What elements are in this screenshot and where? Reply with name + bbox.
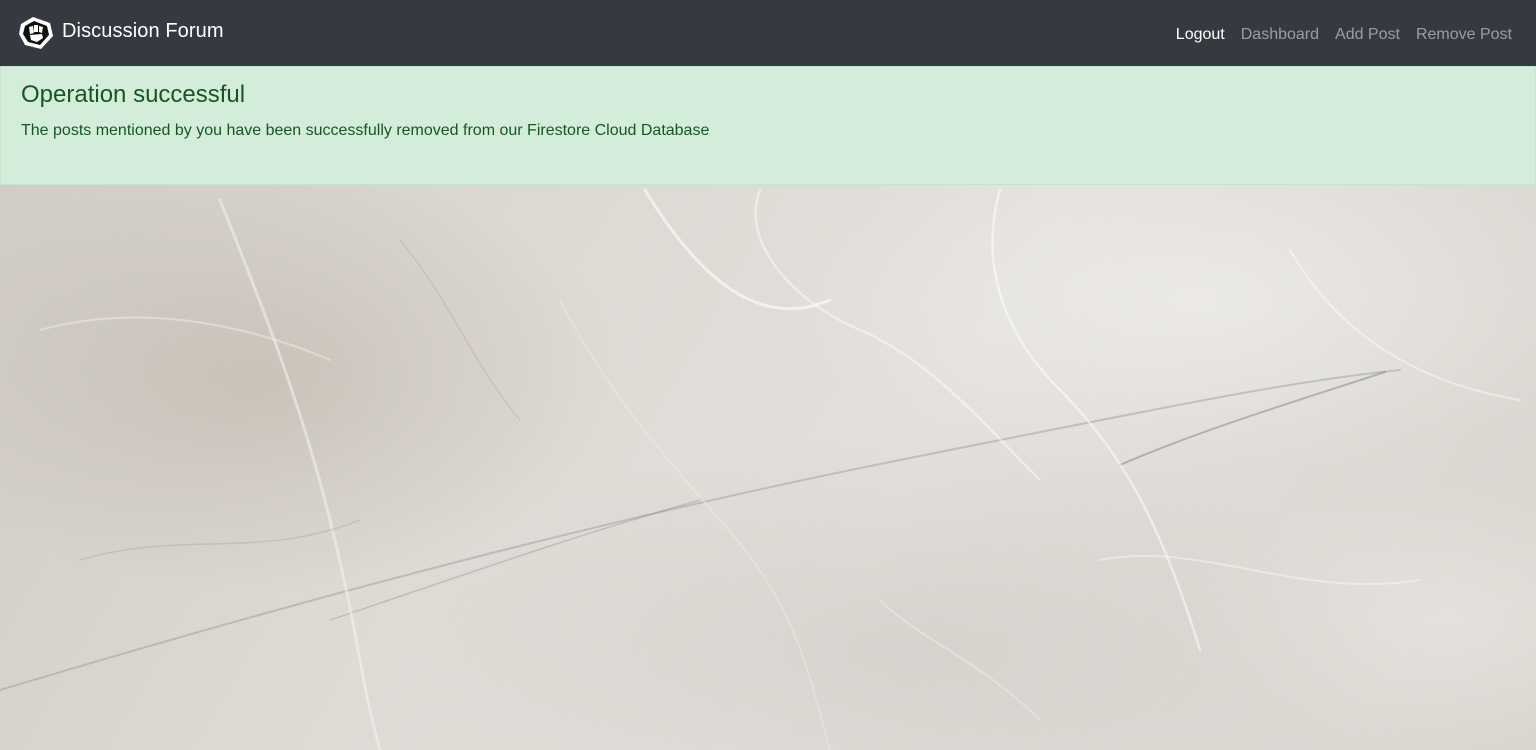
nav-link-add-post[interactable]: Add Post xyxy=(1335,26,1400,44)
alert-message: The posts mentioned by you have been suc… xyxy=(21,121,710,139)
nav-link-logout[interactable]: Logout xyxy=(1176,26,1225,44)
brand-title: Discussion Forum xyxy=(62,20,224,42)
nav-links: Logout Dashboard Add Post Remove Post xyxy=(1160,26,1512,44)
alert-heading: Operation successful xyxy=(21,81,246,108)
top-navbar: Discussion Forum Logout Dashboard Add Po… xyxy=(0,0,1536,66)
nav-link-remove-post[interactable]: Remove Post xyxy=(1416,26,1512,44)
brand-link[interactable]: Discussion Forum xyxy=(17,14,224,52)
nav-link-dashboard[interactable]: Dashboard xyxy=(1241,26,1319,44)
fist-logo-icon xyxy=(17,14,55,52)
success-alert: Operation successful The posts mentioned… xyxy=(0,66,1536,185)
